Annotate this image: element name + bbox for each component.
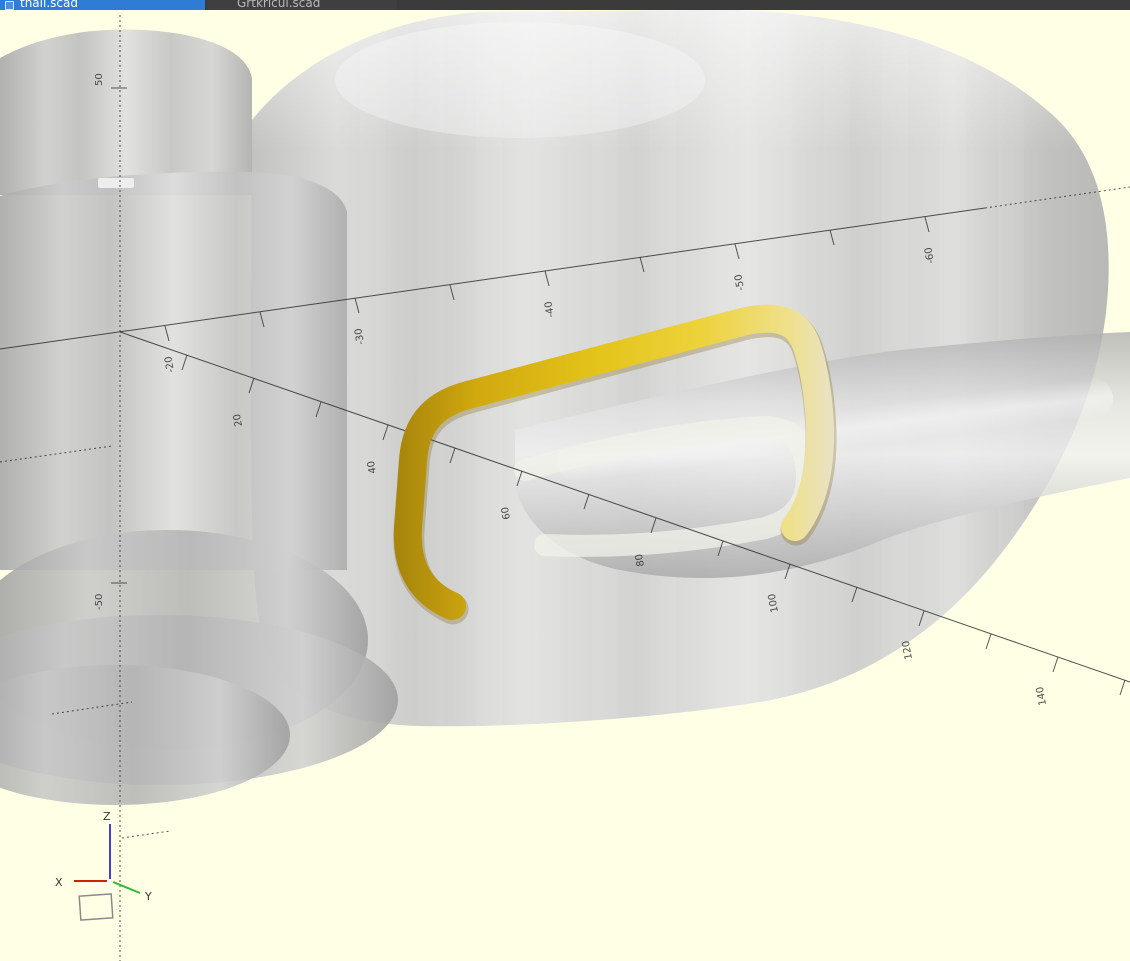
editor-tabbar: thali.scad Grtkricul.scad bbox=[0, 0, 1130, 10]
3d-viewport[interactable]: -20-30-40-50-602040608010012014050-50 Z … bbox=[0, 10, 1130, 961]
tab-label: thali.scad bbox=[20, 0, 78, 10]
axis-tick-label: 50 bbox=[94, 73, 105, 86]
axis-tick-label: -50 bbox=[94, 594, 105, 610]
axis-tick-label: 40 bbox=[366, 460, 379, 474]
tab-grtkricul-scad[interactable]: Grtkricul.scad bbox=[207, 0, 397, 10]
gizmo-z-label: Z bbox=[103, 810, 111, 823]
axis-tick-label: 20 bbox=[232, 413, 245, 427]
file-icon bbox=[5, 1, 14, 10]
axis-tick-label: 60 bbox=[500, 506, 513, 520]
tab-label: Grtkricul.scad bbox=[237, 0, 320, 10]
gizmo-y-label: Y bbox=[144, 890, 152, 903]
tab-thali-scad[interactable]: thali.scad bbox=[0, 0, 205, 10]
axis-tick-label: 80 bbox=[634, 553, 647, 567]
model-specular bbox=[98, 178, 134, 188]
gizmo-x-label: X bbox=[55, 876, 63, 889]
3d-scene: -20-30-40-50-602040608010012014050-50 Z … bbox=[0, 10, 1130, 961]
openscad-window: thali.scad Grtkricul.scad bbox=[0, 0, 1130, 961]
model-top-cylinder bbox=[0, 29, 252, 195]
